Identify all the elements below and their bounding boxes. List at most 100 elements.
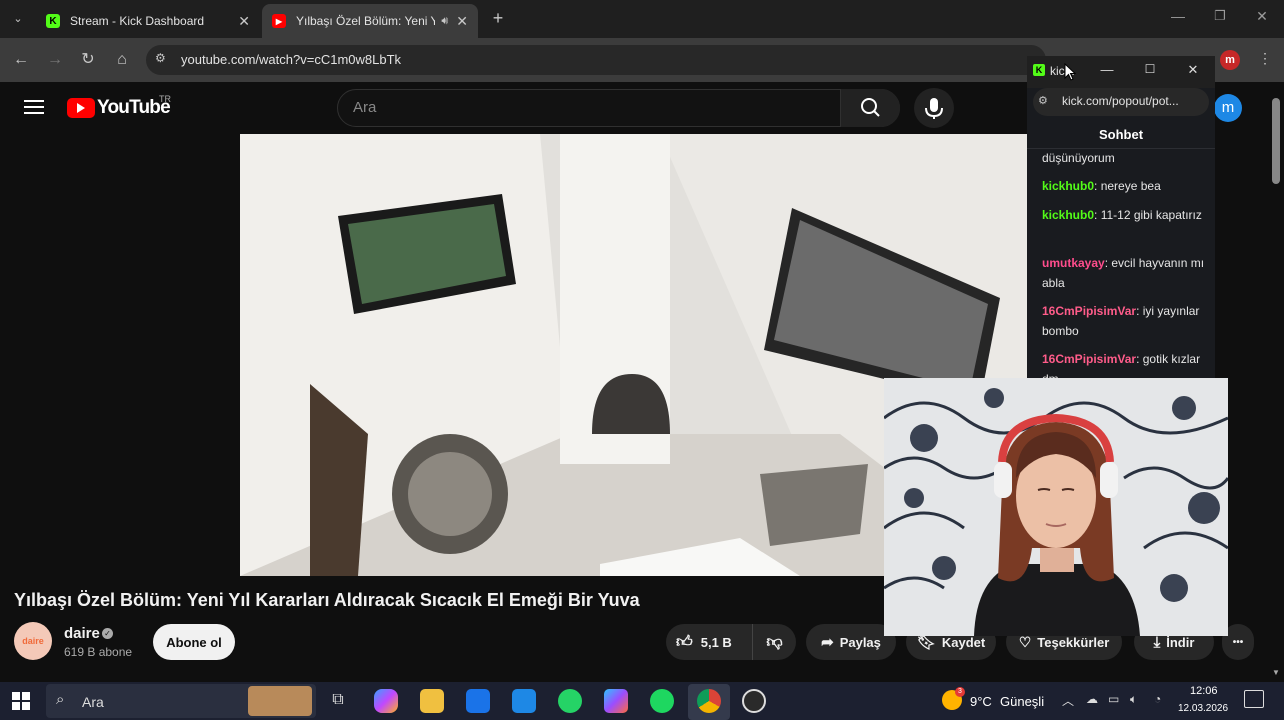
chat-message: düşünüyorum	[1042, 148, 1207, 168]
chat-header: Sohbet	[1098, 127, 1144, 142]
copilot-icon[interactable]	[374, 689, 398, 713]
kick-icon: K	[46, 14, 60, 28]
file-explorer-icon[interactable]	[420, 689, 444, 713]
channel-avatar[interactable]: daire	[14, 622, 52, 660]
youtube-icon: ▶	[272, 14, 286, 28]
hamburger-menu-icon[interactable]	[24, 98, 44, 116]
popout-maximize-button[interactable]: ☐	[1143, 62, 1157, 76]
search-input[interactable]: Ara	[353, 99, 376, 116]
voice-search-button[interactable]	[914, 88, 954, 128]
channel-logo-text: daire	[22, 636, 44, 646]
weather-badge: 3	[955, 687, 965, 697]
subscriber-count: 619 B abone	[64, 645, 133, 659]
close-window-button[interactable]: ✕	[1252, 8, 1272, 28]
profile-avatar[interactable]: m	[1220, 50, 1240, 70]
tab-youtube-video[interactable]: ▶ Yılbaşı Özel Bölüm: Yeni Yıl 🔊︎ ✕	[262, 4, 478, 38]
like-button[interactable]: 👍︎ 5,1 B	[666, 624, 752, 660]
popout-url[interactable]: kick.com/popout/pot...	[1062, 94, 1179, 108]
share-label: Paylaş	[839, 634, 881, 650]
download-icon: ⤓	[1153, 633, 1161, 651]
search-icon: ⌕	[56, 691, 65, 708]
volume-icon[interactable]: 🔈︎	[1130, 692, 1137, 707]
search-highlight-image	[248, 686, 312, 716]
browser-menu-icon[interactable]: ⋮	[1258, 50, 1272, 70]
mouse-cursor-icon	[1064, 63, 1076, 81]
obs-recording-icon[interactable]	[742, 689, 766, 713]
dislike-button[interactable]: 👎︎	[752, 624, 796, 660]
search-button[interactable]	[840, 89, 900, 127]
weather-description[interactable]: Güneşli	[1000, 694, 1044, 709]
minimize-window-button[interactable]: —	[1168, 8, 1188, 28]
avatar-initial: m	[1221, 99, 1235, 116]
restore-window-button[interactable]: ❐	[1210, 8, 1230, 28]
popout-minimize-button[interactable]: —	[1100, 62, 1114, 77]
chat-username[interactable]: kickhub0	[1042, 179, 1094, 193]
chat-message: umutkayay: evcil hayvanın mı abla	[1042, 256, 1205, 290]
tab-kick-dashboard[interactable]: K Stream - Kick Dashboard ✕	[36, 4, 260, 38]
thanks-label: Teşekkürler	[1037, 634, 1110, 650]
chrome-icon[interactable]	[697, 689, 721, 713]
site-info-icon[interactable]: ⚙	[1038, 94, 1048, 107]
chat-username[interactable]: kickhub0	[1042, 208, 1094, 222]
heart-dollar-icon: ♡	[1018, 633, 1032, 650]
like-count: 5,1 B	[700, 634, 732, 650]
page-scroll-arrow-icon[interactable]: ▼	[1272, 668, 1280, 677]
reload-icon[interactable]: ↻	[77, 50, 99, 70]
tab-search-button[interactable]: ⌄	[8, 10, 28, 28]
search-box[interactable]	[337, 89, 900, 127]
mail-icon[interactable]	[512, 689, 536, 713]
thumbs-down-icon: 👎︎	[766, 633, 783, 651]
save-label: Kaydet	[941, 634, 986, 650]
share-icon: ➦	[821, 634, 834, 651]
channel-name[interactable]: daire	[64, 625, 100, 642]
taskbar-search-placeholder[interactable]: Ara	[82, 694, 104, 710]
youtube-logo-icon	[67, 98, 95, 118]
profile-initial: m	[1225, 54, 1235, 66]
forward-icon[interactable]: →	[44, 50, 66, 70]
tab-title: Stream - Kick Dashboard	[70, 14, 205, 28]
kick-icon: K	[1033, 64, 1045, 76]
share-button[interactable]: ➦ Paylaş	[806, 624, 896, 660]
back-icon[interactable]: ←	[10, 50, 32, 70]
region-code: TR	[159, 94, 171, 104]
more-icon: •••	[1232, 636, 1244, 648]
chat-username[interactable]: 16CmPipisimVar	[1042, 352, 1136, 366]
notifications-icon[interactable]	[1244, 690, 1264, 708]
youtube-logo[interactable]: YouTube	[67, 96, 171, 120]
chat-message: 16CmPipisimVar: gotik kızlar dm	[1042, 349, 1207, 378]
clock-time[interactable]: 12:06	[1190, 685, 1218, 697]
wifi-icon[interactable]: ◔	[1154, 692, 1161, 706]
webcam-overlay	[884, 378, 1228, 636]
spotify-icon[interactable]	[650, 689, 674, 713]
battery-icon[interactable]: ▭	[1108, 692, 1119, 706]
chat-message: 16CmPipisimVar: iyi yayınlar bombo	[1042, 304, 1200, 338]
whatsapp-icon[interactable]	[558, 689, 582, 713]
site-info-icon[interactable]: ⚙	[155, 51, 171, 67]
clock-date[interactable]: 12.03.2026	[1178, 703, 1228, 714]
url-text[interactable]: youtube.com/watch?v=cC1m0w8LbTk	[181, 52, 401, 67]
popout-close-button[interactable]: ✕	[1186, 62, 1200, 78]
chat-username[interactable]: umutkayay	[1042, 256, 1105, 270]
subscribe-label: Abone ol	[166, 634, 222, 650]
subscribe-button[interactable]: Abone ol	[153, 624, 235, 660]
thumbs-up-icon: 👍︎	[676, 633, 693, 651]
speaker-icon[interactable]: 🔊︎	[441, 15, 448, 28]
close-tab-icon[interactable]: ✕	[456, 13, 468, 30]
onedrive-icon[interactable]: ☁	[1086, 692, 1098, 706]
page-scrollbar[interactable]	[1272, 98, 1280, 184]
webcam-frame	[884, 378, 1228, 636]
show-hidden-icons-icon[interactable]: ︿	[1062, 692, 1074, 709]
microsoft-store-icon[interactable]	[466, 689, 490, 713]
chat-username[interactable]: 16CmPipisimVar	[1042, 304, 1136, 318]
start-button[interactable]	[12, 692, 30, 710]
task-view-icon[interactable]: ⧉	[328, 691, 348, 711]
weather-temperature[interactable]: 9°C	[970, 694, 992, 709]
home-icon[interactable]: ⌂	[111, 50, 133, 70]
search-icon	[861, 98, 880, 117]
chat-message: kickhub0: nereye bea	[1042, 179, 1161, 193]
new-tab-button[interactable]: +	[488, 8, 508, 30]
youtube-avatar[interactable]: m	[1214, 94, 1242, 122]
microsoft-365-icon[interactable]	[604, 689, 628, 713]
close-tab-icon[interactable]: ✕	[238, 13, 250, 30]
tab-title: Yılbaşı Özel Bölüm: Yeni Yıl	[296, 14, 436, 28]
